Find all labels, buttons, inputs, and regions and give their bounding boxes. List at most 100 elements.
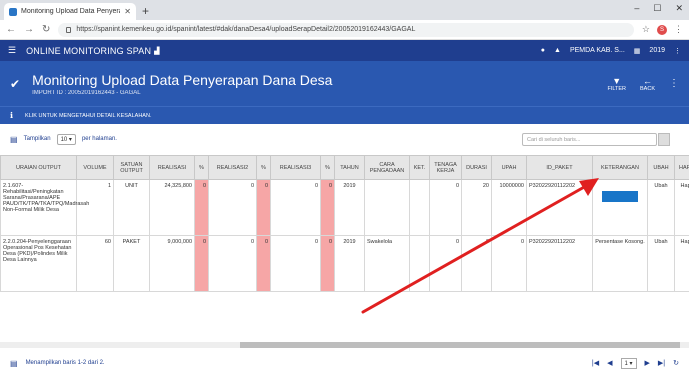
col-realisasi[interactable]: REALISASI bbox=[149, 155, 195, 180]
ubah-link[interactable]: Ubah bbox=[647, 179, 675, 236]
ubah-link[interactable]: Ubah bbox=[647, 235, 675, 292]
cell-volume: 60 bbox=[76, 235, 114, 292]
cell-keterangan bbox=[592, 179, 648, 236]
hamburger-menu-icon[interactable]: ☰ bbox=[8, 45, 16, 56]
col-tenaga-kerja[interactable]: TENAGA KERJA bbox=[429, 155, 462, 180]
tab-title: Monitoring Upload Data Penyerapan bbox=[21, 8, 120, 15]
data-table-container: URAIAN OUTPUT VOLUME SATUAN OUTPUT REALI… bbox=[0, 155, 689, 343]
col-percent-3[interactable]: % bbox=[320, 155, 335, 180]
page-title: Monitoring Upload Data Penyerapan Dana D… bbox=[32, 71, 333, 88]
cell-cara-pengadaan: Swakelola bbox=[364, 235, 410, 292]
browser-menu-icon[interactable]: ⋮ bbox=[674, 24, 683, 35]
search-input[interactable]: Cari di seluruh baris... bbox=[522, 132, 670, 146]
prev-page-icon[interactable]: ◀ bbox=[607, 359, 612, 367]
tab-close-icon[interactable]: ✕ bbox=[124, 7, 131, 16]
table-row: 2.2.0.204-Penyelenggaraan Operasional Po… bbox=[0, 235, 689, 292]
check-icon: ✔ bbox=[10, 76, 21, 91]
col-hapus[interactable]: HAPUS bbox=[674, 155, 689, 180]
col-cara-pengadaan[interactable]: CARA PENGADAAN bbox=[364, 155, 410, 180]
forward-arrow-icon[interactable]: → bbox=[24, 24, 34, 35]
cell-tahun: 2019 bbox=[334, 179, 365, 236]
calendar-icon: ▦ bbox=[633, 47, 641, 55]
info-bar[interactable]: ℹ KLIK UNTUK MENGETAHUI DETAIL KESALAHAN… bbox=[0, 106, 689, 124]
new-tab-button[interactable]: + bbox=[142, 4, 149, 18]
hapus-link[interactable]: Hapus bbox=[674, 235, 689, 292]
col-ket[interactable]: KET. bbox=[409, 155, 430, 180]
showing-rows-text: Menampilkan baris 1-2 dari 2. bbox=[25, 360, 105, 366]
list-icon: ▤ bbox=[10, 358, 18, 368]
col-durasi[interactable]: DURASI bbox=[461, 155, 492, 180]
page-header: ✔ Monitoring Upload Data Penyerapan Dana… bbox=[0, 61, 689, 106]
cell-id-paket: P32022920112202 bbox=[526, 179, 593, 236]
col-uraian-output[interactable]: URAIAN OUTPUT bbox=[0, 155, 77, 180]
first-page-icon[interactable]: |◀ bbox=[592, 359, 599, 367]
col-id-paket[interactable]: ID_PAKET bbox=[526, 155, 593, 180]
col-volume[interactable]: VOLUME bbox=[76, 155, 114, 180]
cell-keterangan: Persentase Kosong. bbox=[592, 235, 648, 292]
cell-realisasi: 24,325,800 bbox=[149, 179, 195, 236]
col-satuan-output[interactable]: SATUAN OUTPUT bbox=[113, 155, 150, 180]
search-button[interactable] bbox=[658, 132, 670, 146]
table-row: 2.1.607-Rehabilitasi/Peningkatan Sarana/… bbox=[0, 179, 689, 236]
profile-avatar[interactable]: S bbox=[657, 24, 667, 35]
data-table: URAIAN OUTPUT VOLUME SATUAN OUTPUT REALI… bbox=[0, 155, 689, 292]
browser-tab[interactable]: Monitoring Upload Data Penyerapan ✕ bbox=[4, 3, 136, 20]
chat-icon[interactable]: ● bbox=[541, 47, 545, 54]
page-select[interactable]: 1 ▾ bbox=[620, 357, 637, 369]
app-menu-icon[interactable]: ⋮ bbox=[674, 47, 681, 55]
info-text: KLIK UNTUK MENGETAHUI DETAIL KESALAHAN. bbox=[25, 112, 152, 119]
cell-realisasi2: 0 bbox=[208, 235, 257, 292]
next-page-icon[interactable]: ▶ bbox=[645, 359, 650, 367]
url-text: https://spanint.kemenkeu.go.id/spanint/l… bbox=[76, 26, 416, 33]
cell-durasi: 0 bbox=[461, 235, 492, 292]
cell-satuan: PAKET bbox=[113, 235, 150, 292]
col-upah[interactable]: UPAH bbox=[491, 155, 527, 180]
col-realisasi3[interactable]: REALISASI3 bbox=[270, 155, 321, 180]
table-header-row: URAIAN OUTPUT VOLUME SATUAN OUTPUT REALI… bbox=[0, 155, 689, 180]
cell-realisasi3: 0 bbox=[270, 235, 321, 292]
window-controls: – ☐ ✕ bbox=[634, 3, 683, 14]
page-menu-icon[interactable]: ⋮ bbox=[669, 78, 679, 89]
cell-durasi: 20 bbox=[461, 179, 492, 236]
address-bar-icons: ☆ S ⋮ bbox=[642, 24, 683, 35]
col-tahun[interactable]: TAHUN bbox=[334, 155, 365, 180]
cell-percent-2: 0 bbox=[256, 179, 271, 236]
page-title-block: Monitoring Upload Data Penyerapan Dana D… bbox=[32, 72, 332, 96]
filter-button[interactable]: ▼ FILTER bbox=[607, 76, 626, 92]
page-actions: ▼ FILTER ← BACK ⋮ bbox=[607, 76, 679, 92]
cell-tenaga-kerja: 0 bbox=[429, 179, 462, 236]
refresh-icon[interactable]: ↻ bbox=[673, 359, 679, 367]
col-percent-2[interactable]: % bbox=[256, 155, 271, 180]
institution-icon: ▲ bbox=[554, 47, 561, 54]
last-page-icon[interactable]: ▶| bbox=[658, 359, 665, 367]
reload-icon[interactable]: ↻ bbox=[42, 24, 50, 35]
back-icon: ← bbox=[643, 75, 652, 86]
cell-realisasi: 9,000,000 bbox=[149, 235, 195, 292]
cell-volume: 1 bbox=[76, 179, 114, 236]
lock-icon bbox=[66, 26, 72, 33]
year-label[interactable]: 2019 bbox=[649, 47, 665, 54]
close-window-button[interactable]: ✕ bbox=[675, 3, 683, 14]
user-name[interactable]: PEMDA KAB. S... bbox=[570, 47, 625, 54]
url-field[interactable]: https://spanint.kemenkeu.go.id/spanint/l… bbox=[58, 22, 634, 37]
page-size-select[interactable]: 10 ▾ bbox=[56, 133, 76, 145]
col-realisasi2[interactable]: REALISASI2 bbox=[208, 155, 257, 180]
col-ubah[interactable]: UBAH bbox=[647, 155, 675, 180]
app-header-right: ● ▲ PEMDA KAB. S... ▦ 2019 ⋮ bbox=[541, 47, 681, 55]
back-arrow-icon[interactable]: ← bbox=[6, 24, 16, 35]
back-button[interactable]: ← BACK bbox=[640, 76, 655, 92]
browser-tabbar: Monitoring Upload Data Penyerapan ✕ + – … bbox=[0, 0, 689, 20]
hapus-link[interactable]: Hapus bbox=[674, 179, 689, 236]
maximize-button[interactable]: ☐ bbox=[653, 3, 661, 14]
info-icon: ℹ bbox=[10, 111, 14, 120]
col-percent-1[interactable]: % bbox=[194, 155, 209, 180]
cell-id-paket: P32022920112202 bbox=[526, 235, 593, 292]
col-keterangan[interactable]: KETERANGAN bbox=[592, 155, 648, 180]
cell-percent-1: 0 bbox=[194, 179, 209, 236]
cell-realisasi3: 0 bbox=[270, 179, 321, 236]
bookmark-star-icon[interactable]: ☆ bbox=[642, 24, 650, 35]
cell-realisasi2: 0 bbox=[208, 179, 257, 236]
minimize-button[interactable]: – bbox=[634, 3, 639, 14]
cell-satuan: UNIT bbox=[113, 179, 150, 236]
cell-cara-pengadaan bbox=[364, 179, 410, 236]
